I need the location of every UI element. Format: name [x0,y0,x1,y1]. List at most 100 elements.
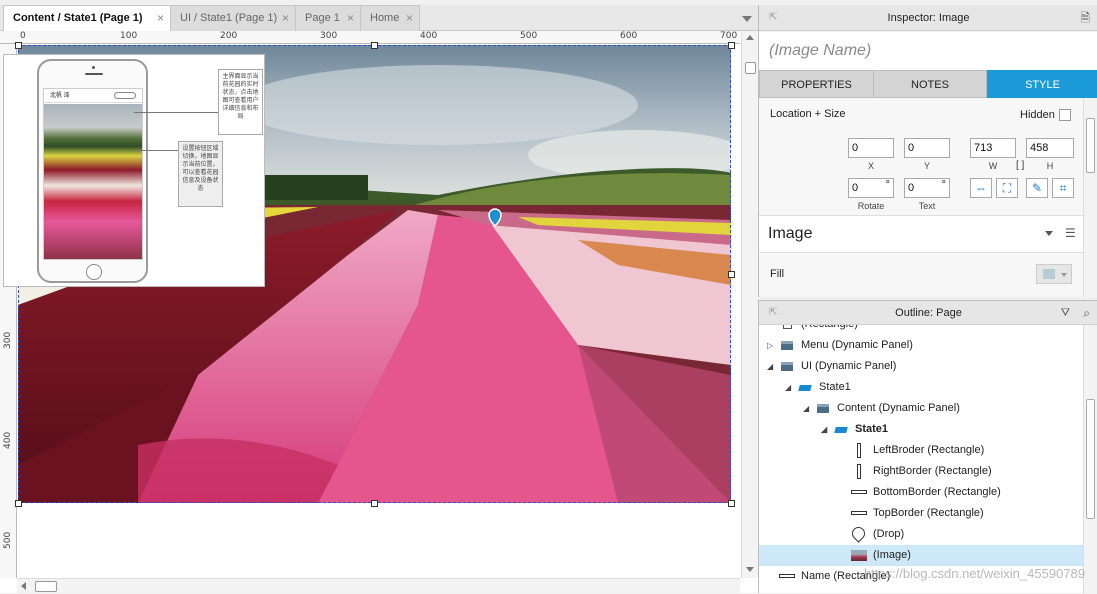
outline-scrollbar[interactable] [1083,325,1097,594]
tab-notes[interactable]: NOTES [873,70,987,98]
outline-row[interactable]: LeftBroder (Rectangle) [759,440,1084,461]
outline-row[interactable]: (Rectangle) [759,325,1084,335]
speaker-icon [85,73,103,75]
filter-icon[interactable]: ⛛ [1061,301,1070,325]
outline-header: ⇱ Outline: Page ⛛ ⌕ [759,301,1097,325]
horizontal-rect-icon [779,574,795,578]
fit-bounds-icon[interactable]: ⛶ [996,178,1018,198]
tab-label: Content / State1 (Page 1) [13,12,143,24]
text-label: Text [918,201,936,211]
inspector-tabs: PROPERTIES NOTES STYLE [759,70,1097,98]
text-rotate-field[interactable]: 0 ° [904,178,950,198]
resize-handle[interactable] [15,500,22,507]
collapse-tree-icon[interactable]: ◢ [821,419,827,440]
phone-mockup-overlay[interactable]: 北帆 泽 主界面显示当前花园的实时状态，点击地图可查看用户详细信息和布局 设置按… [3,54,265,287]
tab-style[interactable]: STYLE [987,70,1097,98]
ruler-label: 300 [3,331,13,349]
tab-close-icon[interactable]: × [157,6,164,31]
scroll-left-arrow-icon[interactable] [21,582,26,590]
resize-handle[interactable] [371,500,378,507]
search-icon[interactable]: ⌕ [1083,301,1090,325]
fill-color-swatch [1043,269,1055,279]
collapse-tree-icon[interactable]: ◢ [767,356,773,377]
outline-row[interactable]: (Drop) [759,524,1084,545]
image-icon [851,550,867,561]
x-label: X [867,161,874,171]
tab-content-state1[interactable]: Content / State1 (Page 1) × [3,5,171,32]
degree-symbol: ° [885,179,890,191]
outline-row[interactable]: BottomBorder (Rectangle) [759,482,1084,503]
x-field[interactable]: 0 [848,138,894,158]
crop-icon[interactable]: ⌗ [1052,178,1074,198]
scrollbar-thumb[interactable] [35,581,57,592]
edit-list-icon[interactable]: ☰ [1065,226,1076,240]
outline-title: Outline: Page [895,307,962,319]
rotate-field[interactable]: 0 ° [848,178,894,198]
collapse-icon[interactable]: ⇱ [769,301,777,325]
fill-color-picker[interactable] [1036,264,1072,284]
ruler-label: 400 [420,31,438,41]
vertical-rect-icon [857,443,861,458]
outline-row[interactable]: ▷ Menu (Dynamic Panel) [759,335,1084,356]
tab-label: Home [370,12,400,24]
outline-row[interactable]: ◢ State1 [759,377,1084,398]
image-section-header[interactable]: Image ☰ [759,215,1084,253]
outline-row[interactable]: TopBorder (Rectangle) [759,503,1084,524]
outline-row[interactable]: ◢ UI (Dynamic Panel) [759,356,1084,377]
height-field[interactable]: 458 [1026,138,1074,158]
outline-row-label: Menu (Dynamic Panel) [801,339,913,351]
scrollbar-thumb[interactable] [1086,118,1095,173]
outline-row-label: TopBorder (Rectangle) [873,507,984,519]
tab-page1[interactable]: Page 1 × [295,5,361,31]
scroll-up-arrow-icon[interactable] [746,35,754,40]
style-pane: Location + Size Hidden 0 0 713 458 X Y W… [759,98,1084,297]
resize-handle[interactable] [728,42,735,49]
design-canvas[interactable]: 0 100 200 300 400 500 600 700 300 400 50… [0,31,758,593]
canvas-horizontal-scrollbar[interactable] [17,578,740,593]
collapse-tree-icon[interactable]: ◢ [785,377,791,398]
collapse-icon[interactable]: ⇱ [769,5,777,31]
resize-handle[interactable] [371,42,378,49]
w-label: W [988,161,998,171]
horizontal-rect-icon [851,490,867,494]
y-field[interactable]: 0 [904,138,950,158]
tab-home[interactable]: Home × [360,5,420,31]
chevron-down-icon[interactable] [1045,231,1053,236]
image-name-field[interactable]: (Image Name) [759,32,1097,70]
scrollbar-thumb[interactable] [745,62,756,74]
dynamic-panel-icon [781,341,793,350]
fit-image-icon[interactable]: ⇔ [970,178,992,198]
hidden-checkbox[interactable] [1059,109,1071,121]
tab-overflow-chevron-icon[interactable] [742,16,752,22]
collapse-tree-icon[interactable]: ◢ [803,398,809,419]
aspect-lock-icon[interactable]: [ ] [1016,160,1024,171]
outline-row[interactable]: RightBorder (Rectangle) [759,461,1084,482]
outline-panel: ⇱ Outline: Page ⛛ ⌕ (Rectangle) ▷ Menu (… [758,300,1097,594]
phone-status-text: 北帆 泽 [50,93,70,99]
document-icon[interactable]: 🗎 [1080,5,1090,31]
outline-row-label: (Rectangle) [801,325,858,335]
resize-handle[interactable] [15,42,22,49]
drop-icon [849,524,868,543]
resize-handle[interactable] [728,500,735,507]
outline-row-label: LeftBroder (Rectangle) [873,444,985,456]
expand-icon[interactable]: ▷ [767,335,773,356]
inspector-scrollbar[interactable] [1083,98,1097,297]
tab-close-icon[interactable]: × [406,6,413,31]
outline-row-selected[interactable]: (Image) [759,545,1084,566]
width-field[interactable]: 713 [970,138,1016,158]
scroll-down-arrow-icon[interactable] [746,567,754,572]
resize-handle[interactable] [728,271,735,278]
scrollbar-thumb[interactable] [1086,399,1095,519]
tab-close-icon[interactable]: × [282,6,289,31]
tab-properties[interactable]: PROPERTIES [759,70,874,98]
edit-pen-icon[interactable]: ✎ [1026,178,1048,198]
chevron-down-icon [1061,273,1067,277]
tab-close-icon[interactable]: × [347,6,354,31]
rotate-label: Rotate [857,201,885,211]
canvas-vertical-scrollbar[interactable] [741,31,758,578]
outline-row[interactable]: ◢ State1 [759,419,1084,440]
outline-row[interactable]: ◢ Content (Dynamic Panel) [759,398,1084,419]
phone-frame: 北帆 泽 [37,59,148,283]
tab-ui-state1[interactable]: UI / State1 (Page 1) × [170,5,296,31]
